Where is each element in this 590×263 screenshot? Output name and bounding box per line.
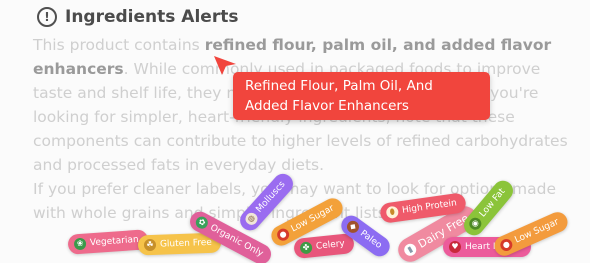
tag-label: Low Sugar xyxy=(513,217,561,246)
tag-label: Molluscs xyxy=(254,179,288,215)
page-title: Ingredients Alerts xyxy=(65,7,239,27)
shell-icon: ◍ xyxy=(243,210,260,228)
milk-icon: ▮ xyxy=(402,241,419,258)
tooltip-text: Refined Flour, Palm Oil, And Added Flavo… xyxy=(245,78,433,114)
tag-label: Vegetarian xyxy=(89,234,139,249)
tag-vegetarian[interactable]: ❀ Vegetarian xyxy=(67,229,149,255)
tag-label: Celery xyxy=(315,238,346,252)
broccoli-icon: ❀ xyxy=(73,237,87,251)
tag-label: Low Sugar xyxy=(289,203,336,235)
apple-icon: ● xyxy=(498,237,515,253)
tag-label: Paleo xyxy=(358,228,384,251)
diet-tags-pile: ❀ Vegetarian ☘ Gluten Free ✿ Organic Onl… xyxy=(0,150,590,263)
tag-label: Low Fat xyxy=(477,186,508,220)
tag-low-sugar-2[interactable]: ● Low Sugar xyxy=(491,209,571,259)
intro-text: This product contains xyxy=(33,36,205,54)
ingredient-tooltip: Refined Flour, Palm Oil, And Added Flavo… xyxy=(233,72,490,120)
tag-celery[interactable]: ✤ Celery xyxy=(293,232,355,260)
meat-icon: ◆ xyxy=(344,218,362,236)
heart-icon: ♥ xyxy=(449,241,461,253)
tag-label: Gluten Free xyxy=(159,237,213,250)
wheat-icon: ☘ xyxy=(143,238,157,252)
exclamation-circle-icon: ! xyxy=(37,7,57,27)
apple-icon: ● xyxy=(275,226,292,243)
tag-label: High Protein xyxy=(401,198,458,216)
leaf-icon: ✿ xyxy=(193,214,210,231)
celery-icon: ✤ xyxy=(299,241,313,255)
egg-icon: ⬮ xyxy=(385,205,400,220)
alerts-header: ! Ingredients Alerts xyxy=(37,6,238,28)
avocado-icon: ◉ xyxy=(466,215,484,233)
